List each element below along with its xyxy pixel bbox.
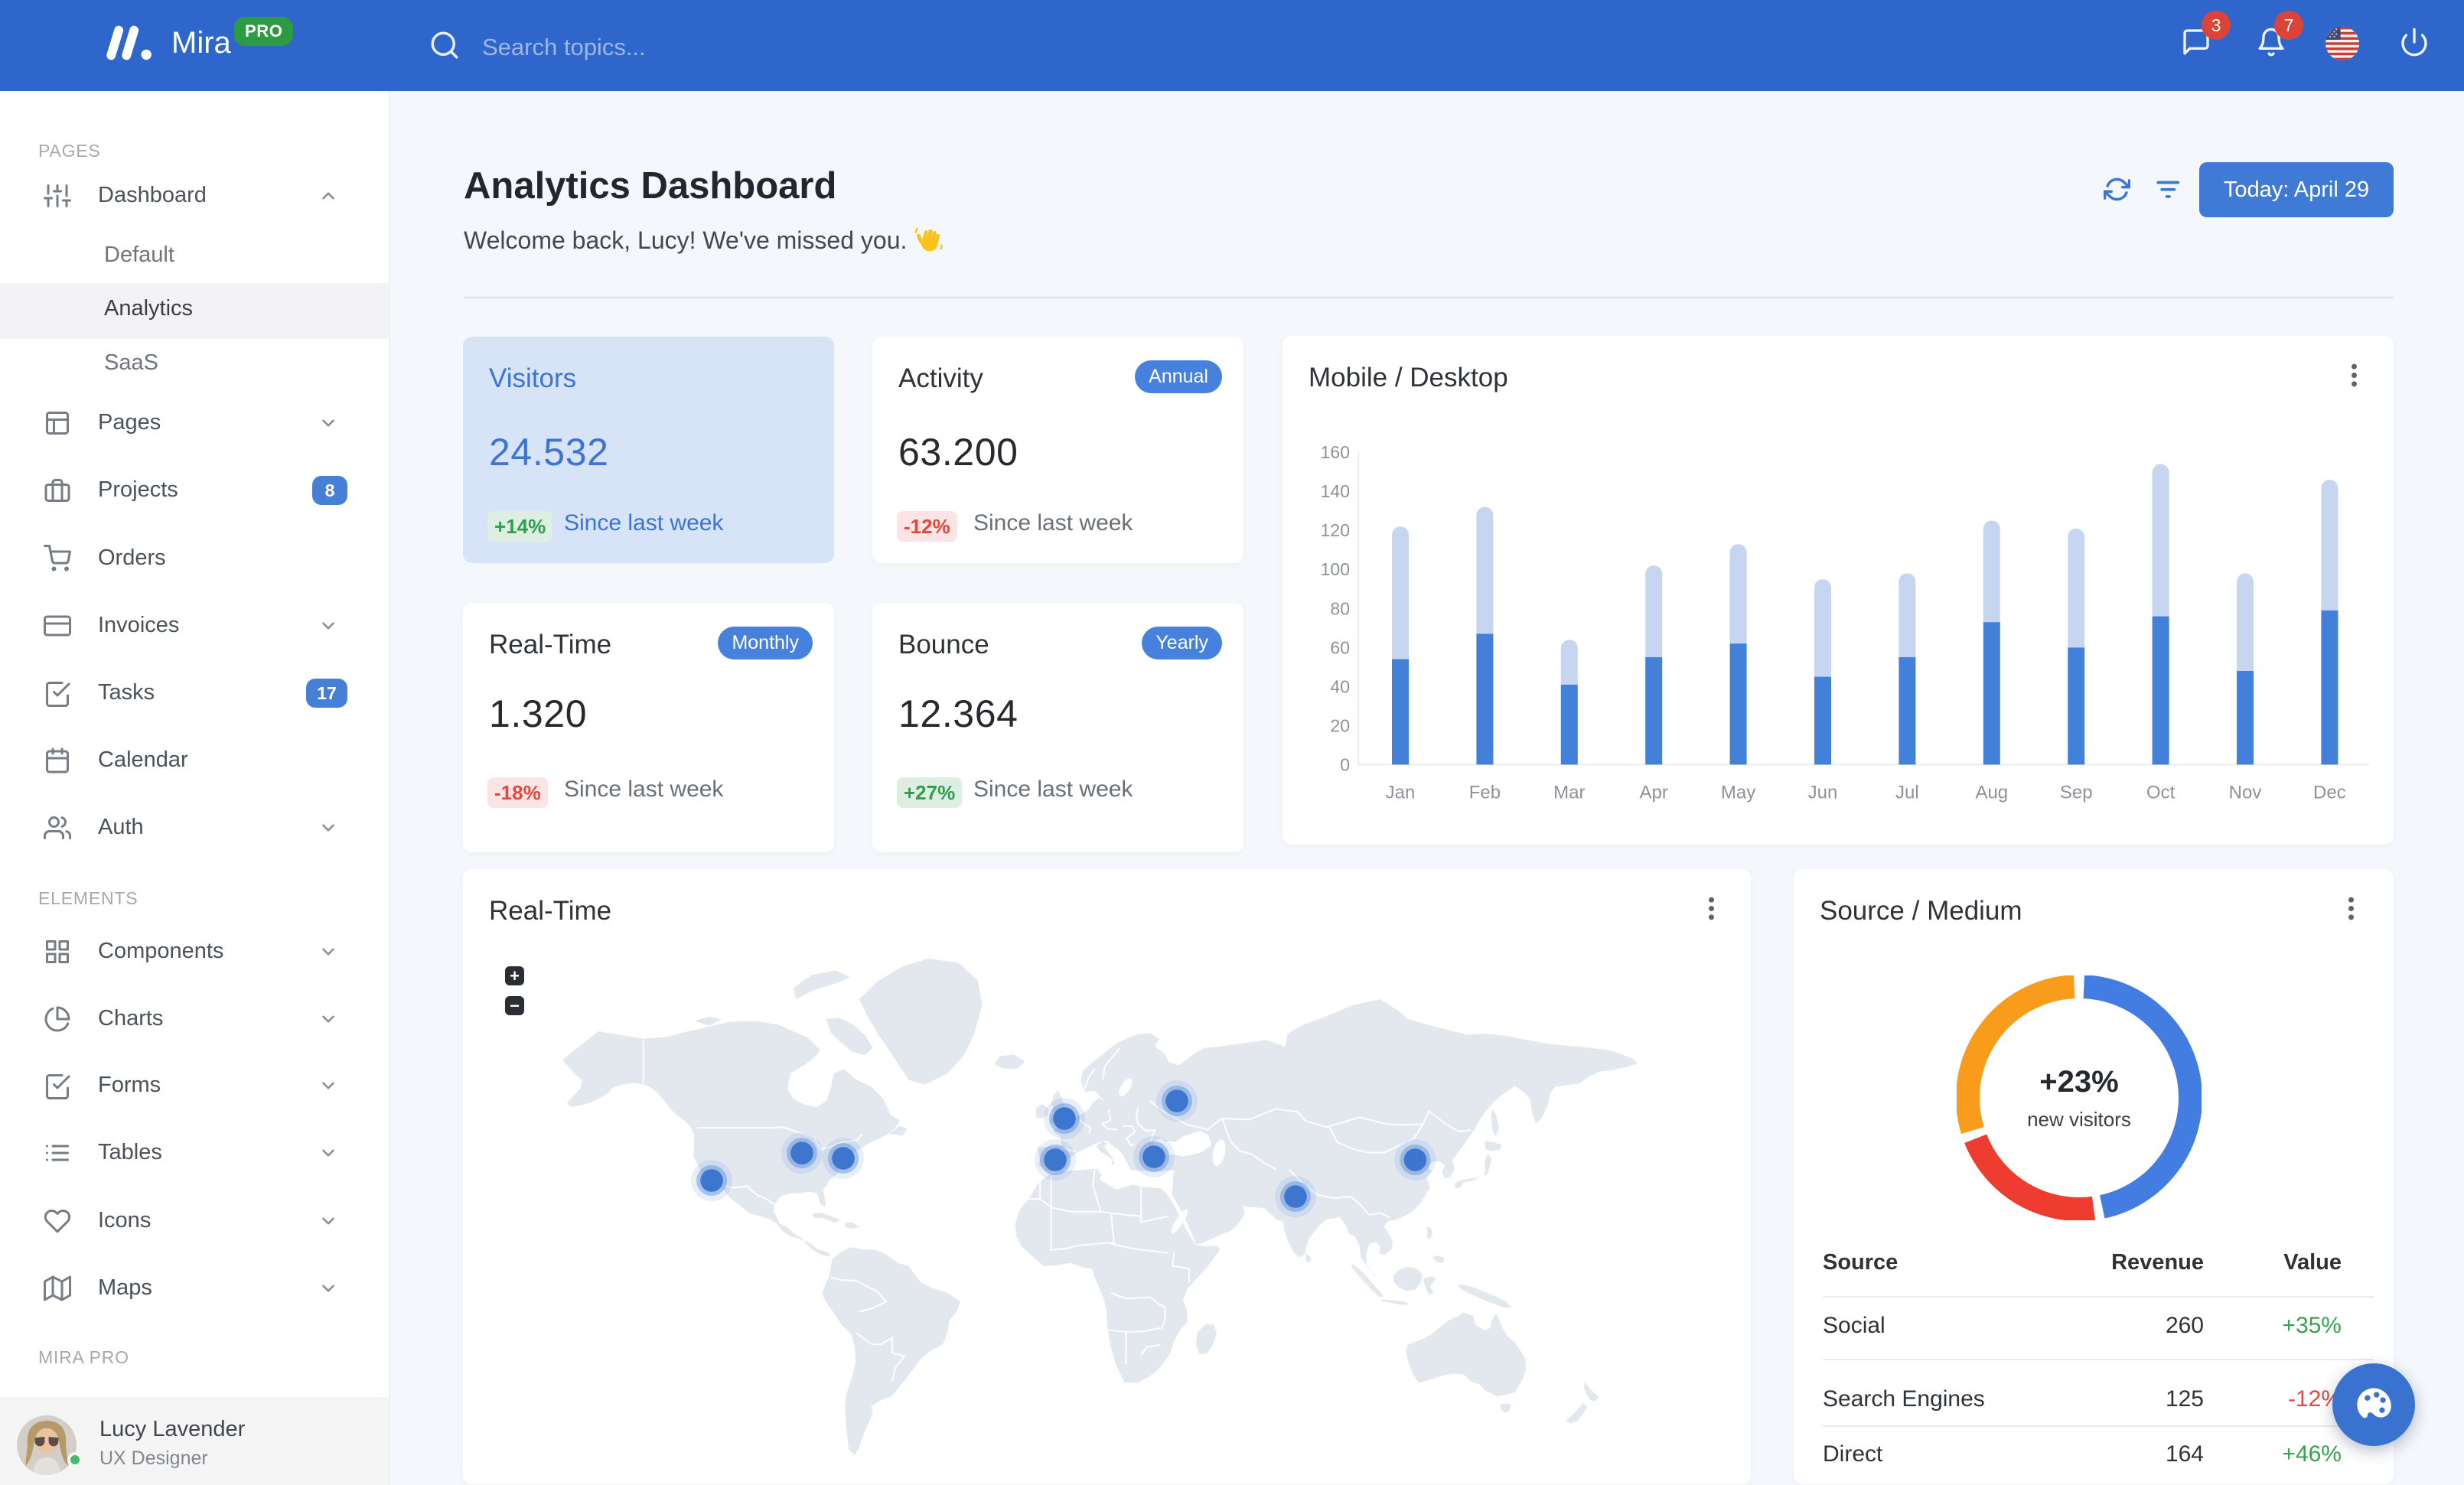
svg-text:Jul: Jul (1895, 782, 1919, 803)
svg-text:40: 40 (1330, 676, 1350, 696)
svg-text:Dec: Dec (2313, 782, 2346, 803)
svg-text:May: May (1721, 782, 1755, 803)
svg-text:Mar: Mar (1553, 782, 1585, 803)
svg-text:Sep: Sep (2060, 782, 2093, 803)
svg-text:100: 100 (1321, 559, 1350, 579)
svg-text:Oct: Oct (2146, 782, 2176, 803)
svg-text:140: 140 (1321, 481, 1350, 501)
svg-text:120: 120 (1321, 520, 1350, 540)
svg-text:60: 60 (1330, 637, 1350, 657)
svg-text:Jun: Jun (1808, 782, 1838, 803)
svg-text:Jan: Jan (1386, 782, 1416, 803)
svg-text:80: 80 (1330, 598, 1350, 618)
svg-text:Aug: Aug (1975, 782, 2008, 803)
svg-text:0: 0 (1340, 754, 1350, 774)
svg-text:Feb: Feb (1469, 782, 1501, 803)
svg-text:160: 160 (1321, 442, 1350, 462)
svg-text:20: 20 (1330, 715, 1350, 735)
svg-text:Nov: Nov (2229, 782, 2262, 803)
svg-text:Apr: Apr (1640, 782, 1668, 803)
